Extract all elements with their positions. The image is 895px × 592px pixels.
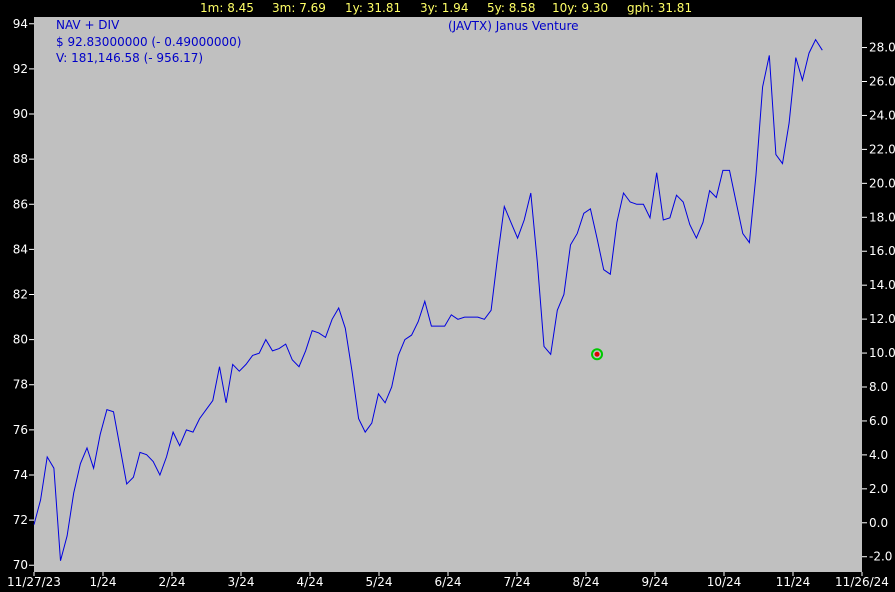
legend-account-value: V: 181,146.58 (- 956.17) bbox=[56, 51, 203, 65]
left-tick-label: 78 bbox=[13, 378, 28, 392]
left-tick-label: 80 bbox=[13, 333, 28, 347]
legend-nav-value: $ 92.83000000 (- 0.49000000) bbox=[56, 35, 241, 49]
right-tick-label: 18.0 bbox=[869, 210, 895, 224]
right-tick-label: 16.0 bbox=[869, 244, 895, 258]
left-tick-label: 94 bbox=[13, 17, 28, 31]
right-tick-label: 6.0 bbox=[869, 414, 888, 428]
right-tick-label: 12.0 bbox=[869, 312, 895, 326]
left-tick-label: 86 bbox=[13, 197, 28, 211]
x-tick-label: 7/24 bbox=[504, 575, 531, 589]
left-axis: 70 72 74 76 78 80 82 84 86 88 90 92 94 bbox=[13, 17, 34, 572]
right-tick-label: 4.0 bbox=[869, 448, 888, 462]
right-tick-label: 28.0 bbox=[869, 41, 895, 55]
left-tick-label: 70 bbox=[13, 558, 28, 572]
marker-dot bbox=[594, 351, 600, 357]
x-tick-label: 8/24 bbox=[573, 575, 600, 589]
left-tick-label: 84 bbox=[13, 242, 28, 256]
right-tick-label: 14.0 bbox=[869, 278, 895, 292]
chart-title: (JAVTX) Janus Venture bbox=[448, 19, 579, 33]
right-tick-label: 22.0 bbox=[869, 142, 895, 156]
x-tick-label: 10/24 bbox=[707, 575, 742, 589]
x-tick-label: 1/24 bbox=[90, 575, 117, 589]
left-tick-label: 90 bbox=[13, 107, 28, 121]
x-tick-label: 5/24 bbox=[366, 575, 393, 589]
x-axis: 11/27/23 1/24 2/24 3/24 4/24 5/24 6/24 7/24 8/24… bbox=[7, 572, 889, 589]
left-tick-label: 74 bbox=[13, 468, 28, 482]
x-tick-label: 11/24 bbox=[776, 575, 811, 589]
right-axis: -2.0 0.0 2.0 4.0 6.0 8.0 10.0 12.0 14.0 16.0 18.0 2… bbox=[862, 41, 895, 564]
x-tick-label: 2/24 bbox=[159, 575, 186, 589]
x-tick-label: 11/27/23 bbox=[7, 575, 61, 589]
x-tick-label: 11/26/24 bbox=[835, 575, 889, 589]
plot-area[interactable] bbox=[34, 17, 862, 572]
legend-series: NAV + DIV bbox=[56, 18, 120, 32]
x-tick-label: 6/24 bbox=[435, 575, 462, 589]
left-tick-label: 72 bbox=[13, 513, 28, 527]
left-tick-label: 76 bbox=[13, 423, 28, 437]
right-tick-label: 20.0 bbox=[869, 176, 895, 190]
x-tick-label: 3/24 bbox=[228, 575, 255, 589]
left-tick-label: 82 bbox=[13, 288, 28, 302]
x-tick-label: 4/24 bbox=[297, 575, 324, 589]
right-tick-label: 8.0 bbox=[869, 380, 888, 394]
right-tick-label: 26.0 bbox=[869, 74, 895, 88]
right-tick-label: 2.0 bbox=[869, 482, 888, 496]
price-chart[interactable]: 70 72 74 76 78 80 82 84 86 88 90 92 94 -2.0 0.0 2.0 4.0… bbox=[0, 0, 895, 592]
right-tick-label: 24.0 bbox=[869, 108, 895, 122]
right-tick-label: 10.0 bbox=[869, 346, 895, 360]
right-tick-label: -2.0 bbox=[869, 550, 892, 564]
right-tick-label: 0.0 bbox=[869, 516, 888, 530]
x-tick-label: 9/24 bbox=[642, 575, 669, 589]
left-tick-label: 92 bbox=[13, 62, 28, 76]
left-tick-label: 88 bbox=[13, 152, 28, 166]
